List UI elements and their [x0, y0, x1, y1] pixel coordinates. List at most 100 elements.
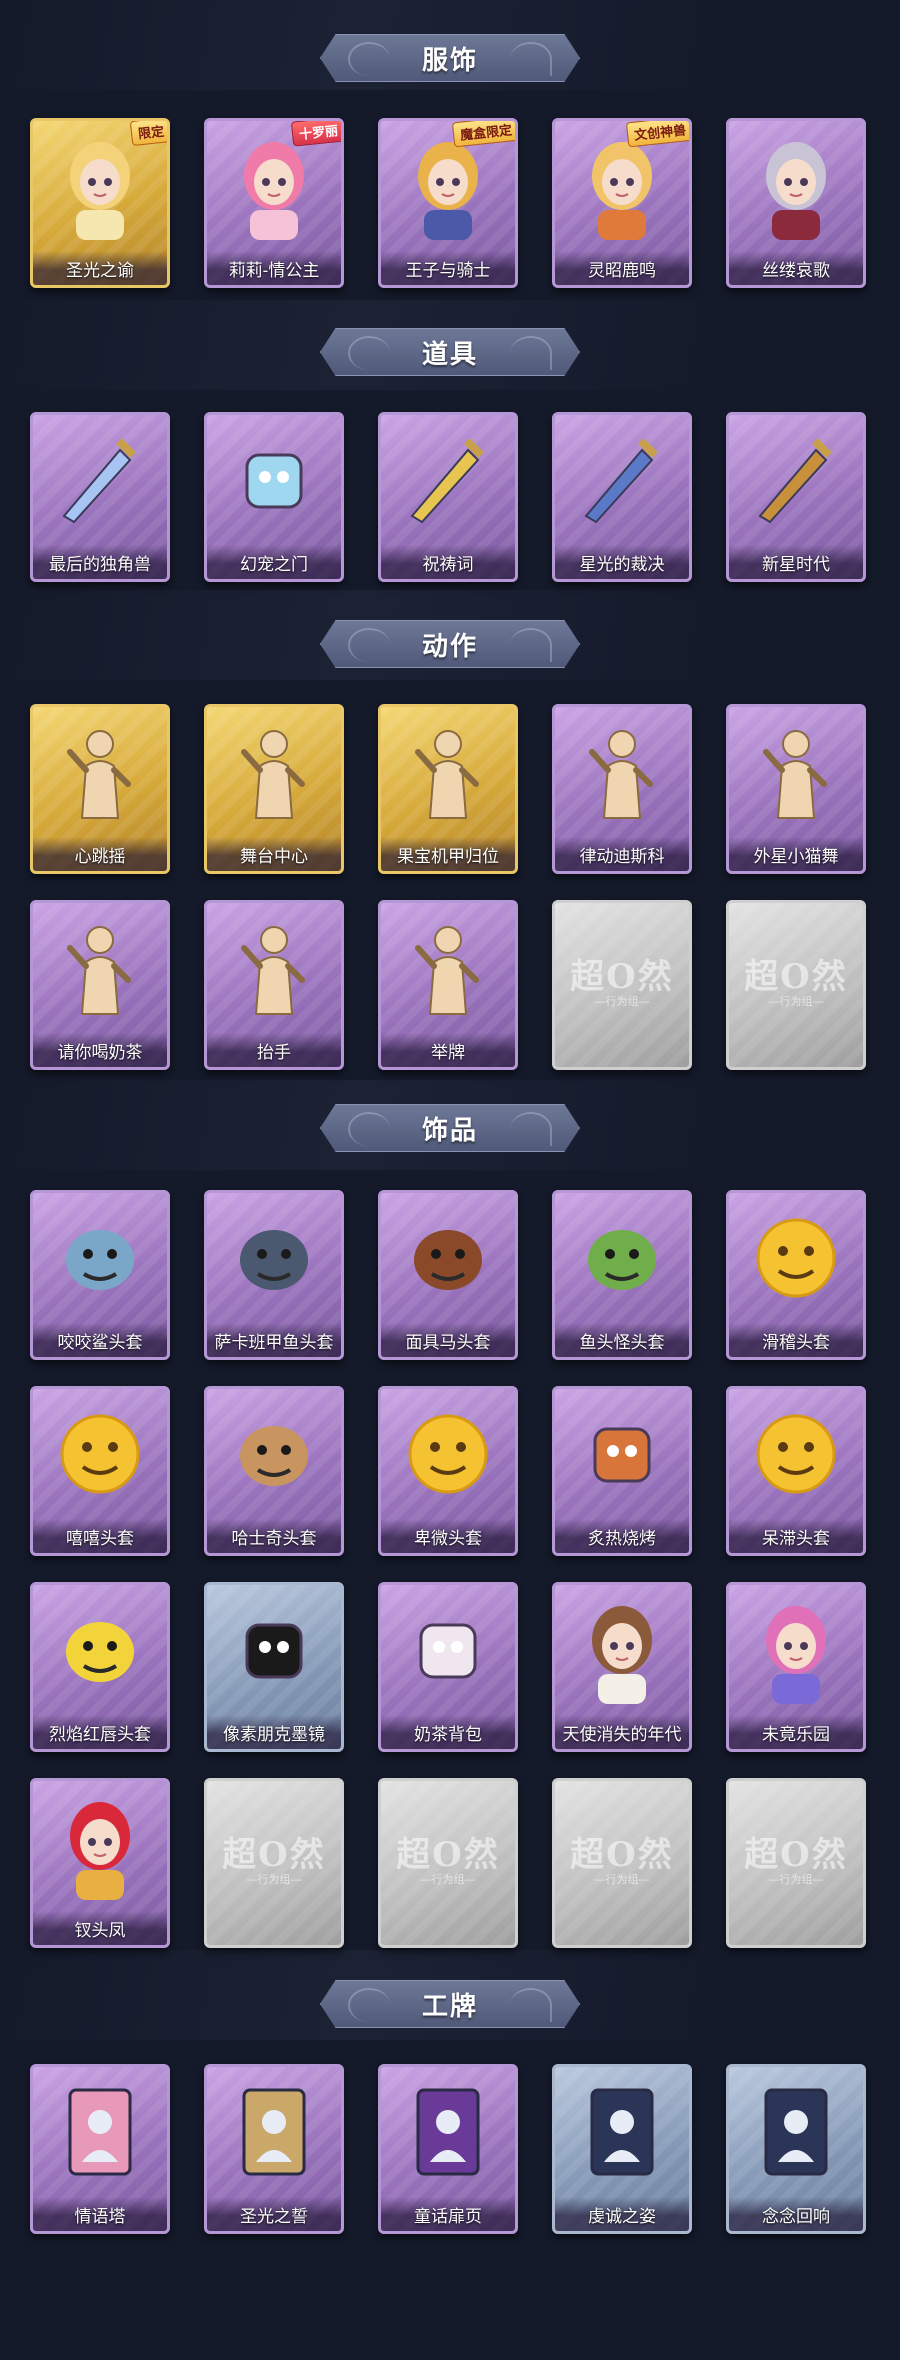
tower-card-icon: [33, 2073, 167, 2191]
item-card[interactable]: 奶茶背包: [378, 1582, 518, 1752]
placeholder-logo: 超O然 —行为组—: [729, 1787, 863, 1905]
item-card[interactable]: 嘻嘻头套: [30, 1386, 170, 1556]
item-card[interactable]: 念念回响: [726, 2064, 866, 2234]
item-card[interactable]: 律动迪斯科: [552, 704, 692, 874]
item-card[interactable]: 果宝机甲归位: [378, 704, 518, 874]
item-card[interactable]: 卑微头套: [378, 1386, 518, 1556]
item-card[interactable]: 请你喝奶茶: [30, 900, 170, 1070]
item-label: 虔诚之姿: [555, 2197, 689, 2231]
placeholder-logo: 超O然 —行为组—: [729, 909, 863, 1027]
placeholder-logo: 超O然 —行为组—: [555, 1787, 689, 1905]
item-card[interactable]: 外星小猫舞: [726, 704, 866, 874]
item-label: 外星小猫舞: [729, 837, 863, 871]
angel-doll-icon: [555, 1591, 689, 1709]
cat-dance-pose-icon: [729, 713, 863, 831]
item-card[interactable]: 呆滞头套: [726, 1386, 866, 1556]
red-lips-mask-icon: [33, 1591, 167, 1709]
pixel-sunglasses-icon: [207, 1591, 341, 1709]
hold-sign-pose-icon: [381, 909, 515, 1027]
item-card[interactable]: 超O然 —行为组—: [726, 900, 866, 1070]
phoenix-crown-icon: [33, 1787, 167, 1905]
item-label: 心跳摇: [33, 837, 167, 871]
item-card[interactable]: 文创神兽 灵昭鹿鸣: [552, 118, 692, 288]
item-card[interactable]: 萨卡班甲鱼头套: [204, 1190, 344, 1360]
item-card[interactable]: 炙热烧烤: [552, 1386, 692, 1556]
paradise-doll-icon: [729, 1591, 863, 1709]
horse-head-icon: [381, 1199, 515, 1317]
item-card[interactable]: 幻宠之门: [204, 412, 344, 582]
starlight-gun-icon: [555, 421, 689, 539]
dazed-emoji-icon: [729, 1395, 863, 1513]
item-card[interactable]: 超O然 —行为组—: [378, 1778, 518, 1948]
item-label: 祝祷词: [381, 545, 515, 579]
placeholder-watermark: 超O然: [222, 1835, 326, 1875]
item-card[interactable]: 抬手: [204, 900, 344, 1070]
section-header-badges: 工牌: [320, 1980, 580, 2028]
item-card[interactable]: 十罗丽 莉莉-情公主: [204, 118, 344, 288]
item-label: 像素朋克墨镜: [207, 1715, 341, 1749]
item-card[interactable]: 超O然 —行为组—: [726, 1778, 866, 1948]
item-label: 举牌: [381, 1033, 515, 1067]
bbq-meat-icon: [555, 1395, 689, 1513]
item-label: 请你喝奶茶: [33, 1033, 167, 1067]
item-label: 鱼头怪头套: [555, 1323, 689, 1357]
item-card[interactable]: 星光的裁决: [552, 412, 692, 582]
item-card[interactable]: 滑稽头套: [726, 1190, 866, 1360]
placeholder-watermark-sub: —行为组—: [768, 1874, 824, 1886]
item-card[interactable]: 面具马头套: [378, 1190, 518, 1360]
item-label: 炙热烧烤: [555, 1519, 689, 1553]
item-card[interactable]: 哈士奇头套: [204, 1386, 344, 1556]
item-card[interactable]: 咬咬鲨头套: [30, 1190, 170, 1360]
smirk-emoji-icon: [729, 1199, 863, 1317]
item-card[interactable]: 未竟乐园: [726, 1582, 866, 1752]
section-title: 工牌: [421, 1990, 478, 2021]
item-card[interactable]: 举牌: [378, 900, 518, 1070]
husky-head-icon: [207, 1395, 341, 1513]
item-label: 幻宠之门: [207, 545, 341, 579]
item-card[interactable]: 钗头凤: [30, 1778, 170, 1948]
item-label: 圣光之誓: [207, 2197, 341, 2231]
grin-emoji-icon: [33, 1395, 167, 1513]
item-card[interactable]: 心跳摇: [30, 704, 170, 874]
prince-portrait: [381, 127, 515, 245]
item-card[interactable]: 舞台中心: [204, 704, 344, 874]
placeholder-watermark: 超O然: [570, 1835, 674, 1875]
item-card[interactable]: 丝缕哀歌: [726, 118, 866, 288]
item-card[interactable]: 超O然 —行为组—: [204, 1778, 344, 1948]
item-card[interactable]: 像素朋克墨镜: [204, 1582, 344, 1752]
item-card[interactable]: 虔诚之姿: [552, 2064, 692, 2234]
item-card[interactable]: 新星时代: [726, 412, 866, 582]
item-label: 灵昭鹿鸣: [555, 251, 689, 285]
item-card[interactable]: 童话扉页: [378, 2064, 518, 2234]
apparel-grid: 限定 圣光之谕 十罗丽 莉莉-情公主 魔盒限定 王子与骑士 文创神兽 灵昭鹿鸣 丝缕哀歌: [30, 118, 870, 288]
pet-device-icon: [207, 421, 341, 539]
fish-head-icon: [207, 1199, 341, 1317]
item-label: 情语塔: [33, 2197, 167, 2231]
item-card[interactable]: 情语塔: [30, 2064, 170, 2234]
item-card[interactable]: 限定 圣光之谕: [30, 118, 170, 288]
actions-grid: 心跳摇 舞台中心 果宝机甲归位 律动迪斯科 外星小猫舞 请你喝奶茶 抬手 举牌 …: [30, 704, 870, 1070]
item-card[interactable]: 最后的独角兽: [30, 412, 170, 582]
item-label: 王子与骑士: [381, 251, 515, 285]
item-label: 丝缕哀歌: [729, 251, 863, 285]
item-label: 卑微头套: [381, 1519, 515, 1553]
item-card[interactable]: 烈焰红唇头套: [30, 1582, 170, 1752]
item-label: 咬咬鲨头套: [33, 1323, 167, 1357]
limited-badge: 限定: [129, 121, 167, 147]
item-label: 嘻嘻头套: [33, 1519, 167, 1553]
placeholder-watermark: 超O然: [396, 1835, 500, 1875]
item-label: 面具马头套: [381, 1323, 515, 1357]
deer-spirit-portrait: [555, 127, 689, 245]
item-card[interactable]: 超O然 —行为组—: [552, 1778, 692, 1948]
dance-pose-icon: [33, 713, 167, 831]
item-card[interactable]: 天使消失的年代: [552, 1582, 692, 1752]
section-header-props: 道具: [320, 328, 580, 376]
item-card[interactable]: 祝祷词: [378, 412, 518, 582]
placeholder-watermark-sub: —行为组—: [594, 996, 650, 1008]
holy-card-icon: [207, 2073, 341, 2191]
shy-emoji-icon: [381, 1395, 515, 1513]
item-card[interactable]: 鱼头怪头套: [552, 1190, 692, 1360]
item-card[interactable]: 超O然 —行为组—: [552, 900, 692, 1070]
item-card[interactable]: 圣光之誓: [204, 2064, 344, 2234]
item-card[interactable]: 魔盒限定 王子与骑士: [378, 118, 518, 288]
